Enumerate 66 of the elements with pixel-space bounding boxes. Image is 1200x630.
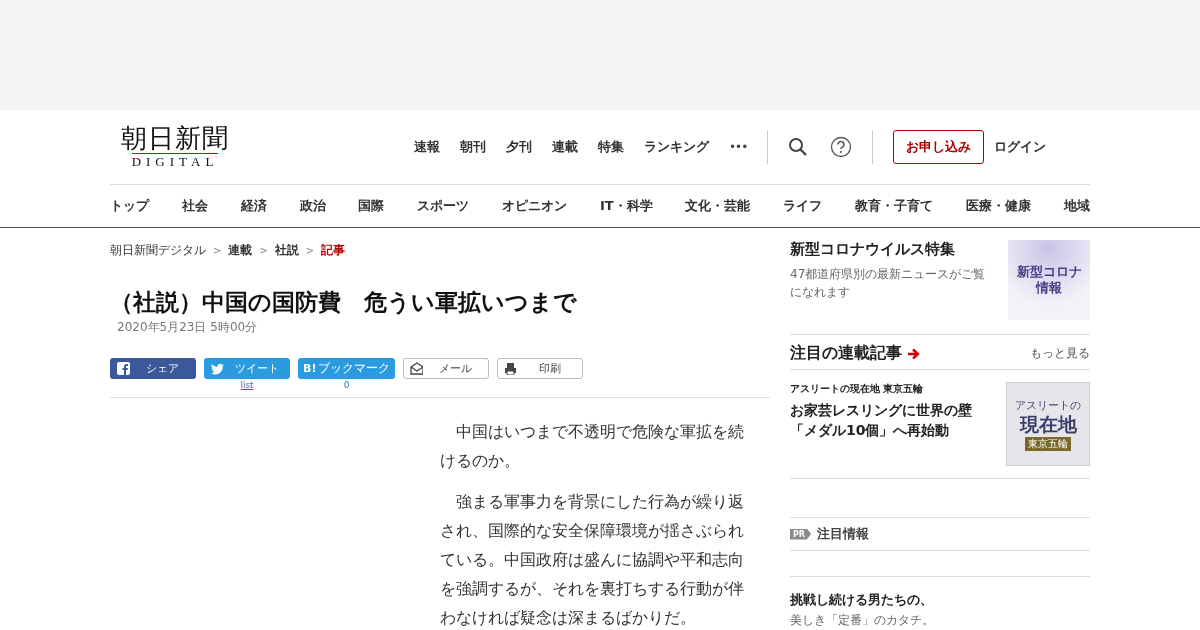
category-link[interactable]: 国際 [358,197,385,215]
banner-text: 情報 [1036,280,1062,296]
nav-link[interactable]: 朝刊 [460,138,486,156]
logo-subtitle: DIGITAL [131,153,219,169]
category-link[interactable]: ライフ [783,197,823,215]
category-link[interactable]: 政治 [299,197,326,215]
nav-link[interactable]: 速報 [414,138,440,156]
feature-title[interactable]: 新型コロナウイルス特集 [790,240,996,259]
apply-button[interactable]: お申し込み [893,130,985,164]
nav-link[interactable]: 特集 [598,138,624,156]
breadcrumb-link[interactable]: 社説 [274,242,299,259]
category-link[interactable]: トップ [110,197,149,215]
category-link[interactable]: 文化・芸能 [685,197,751,215]
nav-link[interactable]: 夕刊 [506,138,532,156]
breadcrumb-link[interactable]: 朝日新聞デジタル [110,242,206,259]
help-icon[interactable] [830,136,853,158]
breadcrumb-link[interactable]: 記事 [321,242,346,259]
share-count[interactable]: list [240,380,254,391]
breadcrumb-separator: > [259,245,268,256]
section-heading: 注目の連載記事 [790,343,902,364]
share-button[interactable]: シェア [110,358,196,379]
promo-title[interactable]: 挑戦し続ける男たちの、 [790,591,1090,609]
banner-text: 現在地 [1019,412,1077,435]
facebook-icon [117,362,130,375]
breadcrumb-separator: > [213,245,222,256]
banner-tag: 東京五輪 [1025,436,1071,451]
series-article-link[interactable]: お家芸レスリングに世界の壁「メダル10個」へ再始動 [790,400,995,440]
feature-text: 47都道府県別の最新ニュースがご覧になれます [790,266,987,301]
logo[interactable]: 朝日新聞 DIGITAL [110,125,240,169]
more-link[interactable]: もっと見る [1030,345,1090,362]
article-paragraph: 中国はいつまで不透明で危険な軍拡を続けるのか。 [440,422,745,472]
login-link[interactable]: ログイン [994,138,1047,156]
bird-icon [211,362,224,375]
series-label: アスリートの現在地 東京五輪 [790,382,925,396]
nav-link[interactable]: ランキング [644,138,709,156]
logo-title: 朝日新聞 [121,125,229,153]
category-link[interactable]: 地域 [1063,197,1090,215]
promo-text: 美しき「定番」のカタチ。 [790,612,935,628]
arrow-icon [907,347,921,360]
banner-text: 新型コロナ [1016,264,1082,280]
share-button[interactable]: 印刷 [497,358,584,379]
hatena-icon: B! [303,362,317,375]
article-paragraph: 強まる軍事力を背景にした行為が繰り返され、国際的な安全保障環境が揺さぶられている。中国政府は盛んに協調や平和志向を強調するが、それを裏打ちする行動が伴わなければ疑念は深まるばかりだ。 [440,492,745,628]
article-date: 2020年5月23日 5時00分 [117,319,259,336]
category-link[interactable]: IT・科学 [599,197,653,215]
printer-icon [504,362,518,375]
share-button[interactable]: メール [403,358,490,379]
pr-badge: PR [790,528,812,540]
nav-link[interactable]: 連載 [552,138,578,156]
banner-text: アスリートの [1015,397,1081,413]
article-title: （社説）中国の国防費 危うい軍拡いつまで [110,288,578,317]
envelope-icon [410,362,424,375]
breadcrumb-link[interactable]: 連載 [228,242,253,259]
breadcrumb-separator: > [305,245,315,256]
category-link[interactable]: 社会 [181,197,208,215]
section-heading: 注目情報 [817,525,870,543]
category-link[interactable]: 医療・健康 [966,197,1031,215]
share-count[interactable]: 0 [343,380,350,391]
more-icon[interactable]: ••• [729,140,748,154]
category-link[interactable]: スポーツ [417,197,470,215]
series-banner[interactable]: アスリートの 現在地 東京五輪 [1006,382,1090,466]
category-link[interactable]: 経済 [240,197,267,215]
feature-banner[interactable]: 新型コロナ 情報 [1008,240,1090,320]
category-link[interactable]: オピニオン [502,197,568,215]
category-link[interactable]: 教育・子育て [855,197,934,215]
search-icon[interactable] [788,137,809,157]
